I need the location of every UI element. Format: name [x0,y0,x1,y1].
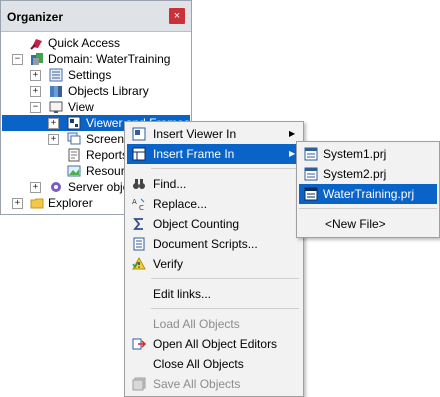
binoculars-icon [133,179,145,189]
menu-item-document-scripts[interactable]: Document Scripts... [127,234,301,254]
tree-item-settings[interactable]: + Settings [2,67,182,83]
expand-toggle[interactable]: + [48,118,59,129]
menu-separator [151,308,299,309]
submenu-item-watertraining[interactable]: WaterTraining.prj [299,184,437,204]
project-file-icon [304,167,318,181]
tree-item-label: Reports [86,148,129,162]
tree-item-server-objects[interactable]: + Server objects [2,179,145,195]
tree-item-screens[interactable]: + Screens [2,131,132,147]
menu-item-label: Document Scripts... [153,237,258,251]
resources-icon [67,165,81,177]
explorer-folder-icon [30,198,44,209]
project-file-icon [304,187,318,201]
tree-item-label: Settings [68,68,112,82]
quick-access-icon [30,39,42,50]
submenu-arrow-icon: ▶ [289,129,296,138]
close-icon[interactable]: × [169,8,185,24]
replace-icon: A C [132,198,145,211]
context-menu: Insert Viewer In ▶ Insert Frame In ▶ Fin… [124,121,304,397]
menu-item-close-all-objects[interactable]: Close All Objects [127,354,301,374]
menu-separator [151,278,299,279]
tree-item-explorer[interactable]: + Explorer [2,195,132,211]
view-icon [49,101,63,113]
menu-item-verify[interactable]: Verify [127,254,301,274]
menu-item-label: Close All Objects [153,357,244,371]
menu-item-insert-frame-in[interactable]: Insert Frame In ▶ [127,144,301,164]
insert-frame-submenu: System1.prj System2.prj WaterTraining.pr… [296,141,440,238]
collapse-toggle[interactable]: − [12,54,23,65]
menu-item-label: Open All Object Editors [153,337,278,351]
submenu-arrow-icon: ▶ [289,149,296,158]
server-objects-icon [51,182,61,192]
submenu-item-system2[interactable]: System2.prj [299,164,437,184]
menu-item-label: Load All Objects [153,317,240,331]
domain-icon [31,53,43,65]
document-scripts-icon [133,237,145,251]
expand-toggle[interactable]: + [12,198,23,209]
menu-item-find[interactable]: Find... [127,174,301,194]
reports-icon [68,148,80,162]
menu-item-edit-links[interactable]: Edit links... [127,284,301,304]
tree-item-objects-library[interactable]: + Objects Library [2,83,182,99]
submenu-item-new-file[interactable]: <New File> [299,214,437,234]
tree-item-label: Objects Library [68,84,149,98]
tree-item-resources[interactable]: Resources [2,163,143,179]
menu-item-insert-viewer-in[interactable]: Insert Viewer In ▶ [127,124,301,144]
tree-item-label: Explorer [48,196,93,210]
viewer-frames-icon [67,116,81,130]
menu-item-label: Object Counting [153,217,240,231]
organizer-title: Organizer [7,10,64,24]
tree-item-quick-access[interactable]: Quick Access [2,35,172,51]
menu-separator [299,208,437,209]
menu-item-label: Insert Frame In [153,147,235,161]
expand-toggle[interactable]: + [30,86,41,97]
menu-item-label: Verify [153,257,184,271]
tree-item-view[interactable]: − View [2,99,182,115]
save-all-icon [132,377,146,391]
tree-item-label: View [68,100,94,114]
menu-item-label: Save All Objects [153,377,241,391]
settings-icon [49,68,63,82]
tree-item-label: Quick Access [48,36,121,50]
objects-library-icon [50,86,62,97]
verify-warning-icon [132,257,146,270]
screens-icon [67,132,81,145]
submenu-item-label: System2.prj [323,167,387,181]
menu-item-label: Find... [153,177,187,191]
expand-toggle[interactable]: + [48,134,59,145]
insert-frame-icon [132,147,146,161]
svg-text:C: C [139,204,144,211]
submenu-item-label: <New File> [325,217,386,231]
open-editors-icon [132,338,146,350]
menu-item-label: Replace... [153,197,208,211]
submenu-item-label: System1.prj [323,147,387,161]
menu-item-label: Edit links... [153,287,212,301]
submenu-item-label: WaterTraining.prj [323,187,415,201]
tree-item-label: Domain: WaterTraining [48,52,171,66]
collapse-toggle[interactable]: − [30,102,41,113]
menu-item-save-all-objects: Save All Objects [127,374,301,394]
insert-viewer-icon [132,127,146,141]
organizer-titlebar: Organizer × [1,1,191,32]
expand-toggle[interactable]: + [30,70,41,81]
menu-item-replace[interactable]: A C Replace... [127,194,301,214]
svg-text:A: A [132,198,137,206]
menu-item-load-all-objects: Load All Objects [127,314,301,334]
menu-separator [151,168,299,169]
submenu-item-system1[interactable]: System1.prj [299,144,437,164]
menu-item-open-all-object-editors[interactable]: Open All Object Editors [127,334,301,354]
tree-item-domain[interactable]: − Domain: WaterTraining [2,51,182,67]
tree-item-reports[interactable]: Reports [2,147,132,163]
menu-item-object-counting[interactable]: Object Counting [127,214,301,234]
expand-toggle[interactable]: + [30,182,41,193]
project-file-icon [304,147,318,161]
sigma-icon [133,218,143,230]
menu-item-label: Insert Viewer In [153,127,237,141]
